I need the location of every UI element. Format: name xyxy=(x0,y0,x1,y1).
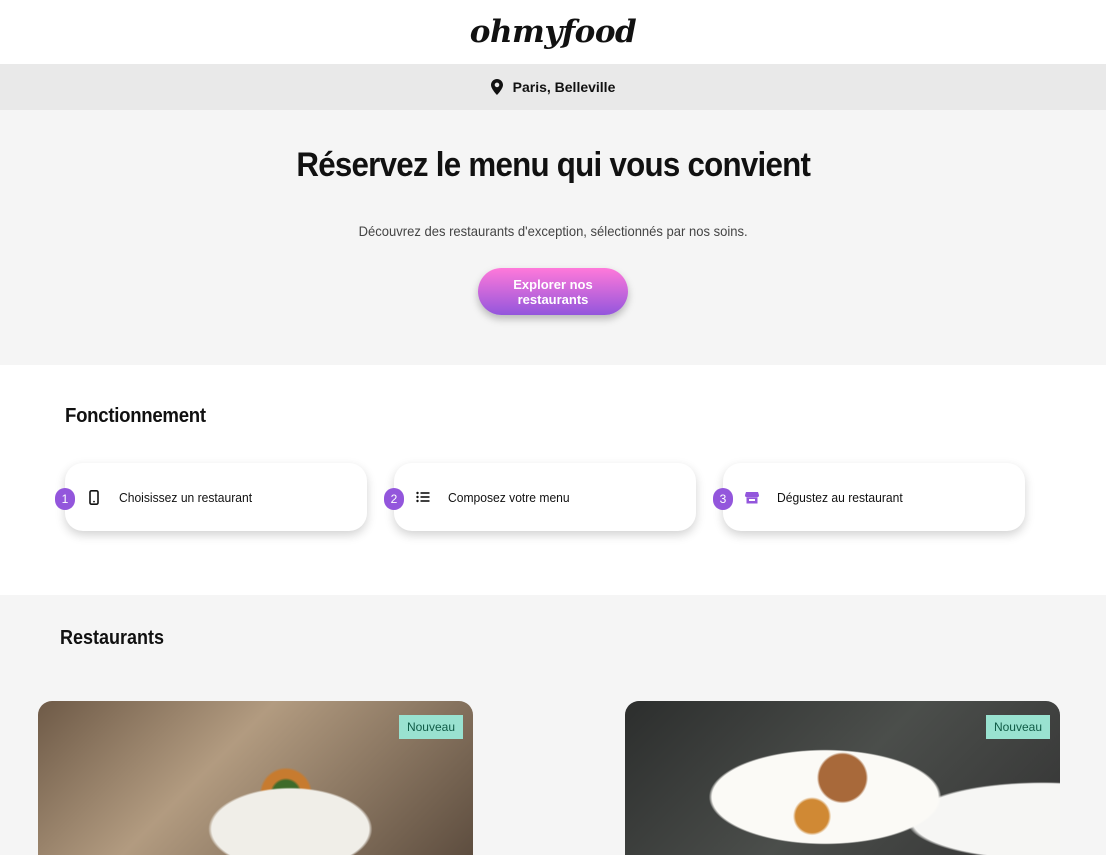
restaurant-card[interactable]: Nouveau xyxy=(625,701,1060,855)
how-it-works-section: Fonctionnement 1 Choisissez un restauran… xyxy=(0,365,1106,595)
logo[interactable]: ohmyfood xyxy=(470,14,637,50)
hero-title: Réservez le menu qui vous convient xyxy=(296,146,811,184)
store-icon xyxy=(744,489,760,505)
step-number-1: 1 xyxy=(55,488,75,510)
hero-subtitle: Découvrez des restaurants d'exception, s… xyxy=(358,223,748,239)
step-number-2: 2 xyxy=(384,488,404,510)
new-badge: Nouveau xyxy=(985,715,1050,739)
list-icon xyxy=(415,489,431,505)
site-header: ohmyfood xyxy=(0,0,1106,64)
restaurants-section: Restaurants Nouveau Nouveau xyxy=(0,595,1106,855)
section-title-how: Fonctionnement xyxy=(65,405,206,427)
step-label-3: Dégustez au restaurant xyxy=(777,489,903,505)
location-bar: Paris, Belleville xyxy=(0,64,1106,110)
step-card-2: 2 Composez votre menu xyxy=(384,463,696,531)
smartphone-icon xyxy=(86,489,102,505)
explore-restaurants-button[interactable]: Explorer nos restaurants xyxy=(478,268,628,315)
step-card-1: 1 Choisissez un restaurant xyxy=(55,463,367,531)
steps-list: 1 Choisissez un restaurant 2 Composez vo… xyxy=(55,463,1106,531)
new-badge: Nouveau xyxy=(398,715,463,739)
restaurant-card[interactable]: Nouveau xyxy=(38,701,473,855)
step-number-3: 3 xyxy=(713,488,733,510)
hero-section: Réservez le menu qui vous convient Décou… xyxy=(0,110,1106,365)
location-text: Paris, Belleville xyxy=(512,79,616,95)
map-pin-icon xyxy=(490,79,503,95)
step-card-3: 3 Dégustez au restaurant xyxy=(713,463,1025,531)
step-label-1: Choisissez un restaurant xyxy=(119,489,253,505)
step-label-2: Composez votre menu xyxy=(448,489,570,505)
section-title-restaurants: Restaurants xyxy=(60,627,165,649)
